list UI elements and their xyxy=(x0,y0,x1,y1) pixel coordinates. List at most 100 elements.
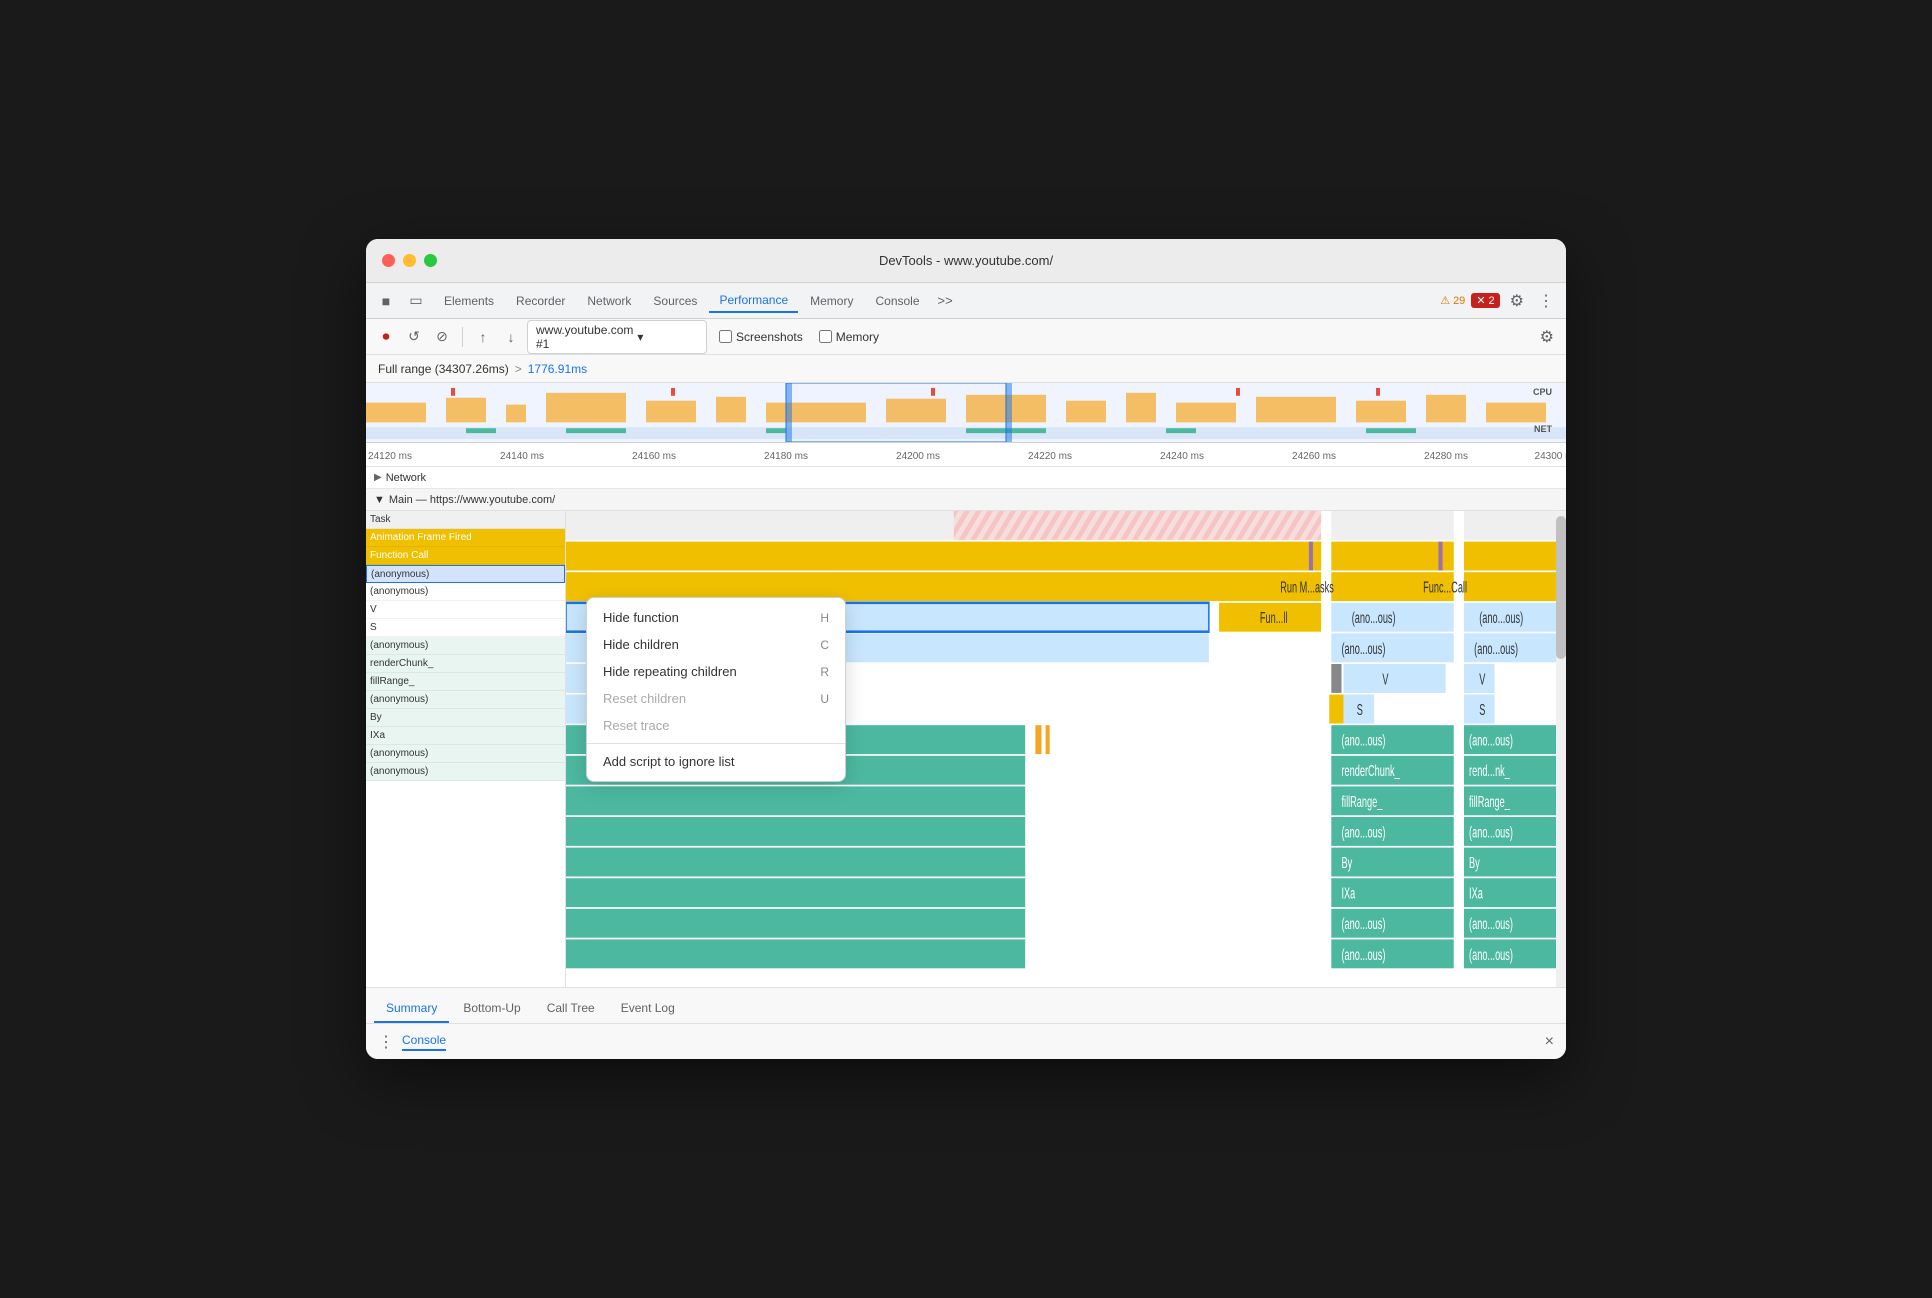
memory-checkbox[interactable]: Memory xyxy=(819,330,879,344)
left-label-v[interactable]: V xyxy=(366,601,565,619)
net-label: NET xyxy=(1534,424,1552,434)
reset-children-shortcut: U xyxy=(820,692,829,706)
left-label-anonymous-3[interactable]: (anonymous) xyxy=(366,637,565,655)
svg-text:(ano...ous): (ano...ous) xyxy=(1469,824,1513,841)
download-button[interactable]: ↓ xyxy=(499,325,523,349)
svg-text:V: V xyxy=(1479,671,1486,688)
scrollbar-track[interactable] xyxy=(1556,511,1566,987)
timeline-ruler: 24120 ms 24140 ms 24160 ms 24180 ms 2420… xyxy=(366,443,1566,467)
close-button[interactable] xyxy=(382,254,395,267)
hide-function-label: Hide function xyxy=(603,610,679,625)
tab-performance[interactable]: Performance xyxy=(709,289,798,313)
context-menu-hide-function[interactable]: Hide function H xyxy=(587,604,845,631)
capture-settings-icon[interactable]: ⚙ xyxy=(1536,327,1558,348)
clear-button[interactable]: ⊘ xyxy=(430,325,454,349)
tab-network[interactable]: Network xyxy=(577,290,641,312)
full-range-label: Full range (34307.26ms) xyxy=(378,362,509,376)
window-title: DevTools - www.youtube.com/ xyxy=(879,253,1053,268)
svg-text:Run M...asks: Run M...asks xyxy=(1280,579,1334,596)
left-label-task: Task xyxy=(366,511,565,529)
left-label-animation-frame: Animation Frame Fired xyxy=(366,529,565,547)
flame-area: Task Animation Frame Fired Function Call… xyxy=(366,511,1566,987)
svg-text:S: S xyxy=(1479,702,1485,719)
bottom-tabs: Summary Bottom-Up Call Tree Event Log xyxy=(366,987,1566,1023)
console-tab-label[interactable]: Console xyxy=(402,1033,446,1051)
minimize-button[interactable] xyxy=(403,254,416,267)
left-label-anonymous-4[interactable]: (anonymous) xyxy=(366,691,565,709)
context-menu-hide-repeating[interactable]: Hide repeating children R xyxy=(587,658,845,685)
hide-repeating-label: Hide repeating children xyxy=(603,664,737,679)
main-content: ▶ Network ▼ Main — https://www.youtube.c… xyxy=(366,467,1566,987)
svg-text:(ano...ous): (ano...ous) xyxy=(1469,946,1513,963)
hide-function-shortcut: H xyxy=(820,611,829,625)
devtools-window: DevTools - www.youtube.com/ ■ ▭ Elements… xyxy=(366,239,1566,1059)
tab-call-tree[interactable]: Call Tree xyxy=(535,995,607,1023)
tick-0: 24120 ms xyxy=(368,451,412,462)
screenshots-input[interactable] xyxy=(719,330,732,343)
svg-text:Fun...ll: Fun...ll xyxy=(1260,610,1288,627)
left-label-renderchunk[interactable]: renderChunk_ xyxy=(366,655,565,673)
tab-summary[interactable]: Summary xyxy=(374,995,449,1023)
maximize-button[interactable] xyxy=(424,254,437,267)
svg-text:(ano...ous): (ano...ous) xyxy=(1469,916,1513,933)
separator-1 xyxy=(462,327,463,347)
error-badge: ✕ 2 xyxy=(1471,293,1499,308)
context-menu-separator xyxy=(587,743,845,744)
main-thread-label: Main — https://www.youtube.com/ xyxy=(389,494,555,506)
tab-memory[interactable]: Memory xyxy=(800,290,863,312)
context-menu-add-ignore[interactable]: Add script to ignore list xyxy=(587,748,845,775)
memory-input[interactable] xyxy=(819,330,832,343)
tab-bottom-up[interactable]: Bottom-Up xyxy=(451,995,532,1023)
tab-sources[interactable]: Sources xyxy=(643,290,707,312)
reset-trace-label: Reset trace xyxy=(603,718,669,733)
upload-button[interactable]: ↑ xyxy=(471,325,495,349)
network-toggle-icon: ▶ xyxy=(374,472,382,483)
console-close-button[interactable]: × xyxy=(1545,1033,1554,1051)
reload-button[interactable]: ↺ xyxy=(402,325,426,349)
url-select[interactable]: www.youtube.com #1 ▾ xyxy=(527,320,707,354)
warning-badge: ⚠ 29 xyxy=(1440,294,1465,307)
settings-icon[interactable]: ⚙ xyxy=(1506,289,1528,313)
left-label-anonymous-5[interactable]: (anonymous) xyxy=(366,745,565,763)
device-icon[interactable]: ▭ xyxy=(404,289,428,313)
tick-5: 24220 ms xyxy=(1028,451,1072,462)
network-row[interactable]: ▶ Network xyxy=(366,467,1566,489)
tab-elements[interactable]: Elements xyxy=(434,290,504,312)
left-label-fillrange[interactable]: fillRange_ xyxy=(366,673,565,691)
toolbar-right: ⚙ xyxy=(1536,327,1558,347)
network-label: Network xyxy=(386,472,426,484)
context-menu-reset-children: Reset children U xyxy=(587,685,845,712)
left-label-anonymous-6[interactable]: (anonymous) xyxy=(366,763,565,781)
screenshots-checkbox[interactable]: Screenshots xyxy=(719,330,803,344)
tab-recorder[interactable]: Recorder xyxy=(506,290,575,312)
overview-chart xyxy=(366,383,1566,442)
more-options-icon[interactable]: ⋮ xyxy=(1534,289,1558,313)
record-button[interactable]: ⏺ xyxy=(374,325,398,349)
svg-text:(ano...ous): (ano...ous) xyxy=(1342,946,1386,963)
timeline-overview[interactable]: CPU NET xyxy=(366,383,1566,443)
checkbox-group: Screenshots Memory xyxy=(719,330,879,344)
tick-6: 24240 ms xyxy=(1160,451,1204,462)
svg-text:By: By xyxy=(1469,855,1480,872)
main-thread-header: ▼ Main — https://www.youtube.com/ xyxy=(366,489,1566,511)
left-label-anonymous-2[interactable]: (anonymous) xyxy=(366,583,565,601)
tab-more[interactable]: >> xyxy=(932,289,959,312)
left-label-by[interactable]: By xyxy=(366,709,565,727)
context-menu-hide-children[interactable]: Hide children C xyxy=(587,631,845,658)
hide-repeating-shortcut: R xyxy=(820,665,829,679)
scrollbar-thumb[interactable] xyxy=(1556,516,1566,659)
left-label-anonymous-selected[interactable]: (anonymous) xyxy=(366,565,565,583)
memory-label: Memory xyxy=(836,330,879,344)
svg-text:(ano...ous): (ano...ous) xyxy=(1342,640,1386,657)
tab-event-log[interactable]: Event Log xyxy=(609,995,687,1023)
svg-text:S: S xyxy=(1357,702,1363,719)
console-menu-icon[interactable]: ⋮ xyxy=(378,1032,394,1052)
tick-9: 24300 m xyxy=(1535,451,1566,462)
svg-text:IXa: IXa xyxy=(1469,885,1483,902)
left-label-s[interactable]: S xyxy=(366,619,565,637)
left-label-ixa[interactable]: IXa xyxy=(366,727,565,745)
svg-text:IXa: IXa xyxy=(1342,885,1356,902)
inspect-icon[interactable]: ■ xyxy=(374,289,398,313)
svg-text:(ano...ous): (ano...ous) xyxy=(1352,610,1396,627)
tab-console[interactable]: Console xyxy=(865,290,929,312)
